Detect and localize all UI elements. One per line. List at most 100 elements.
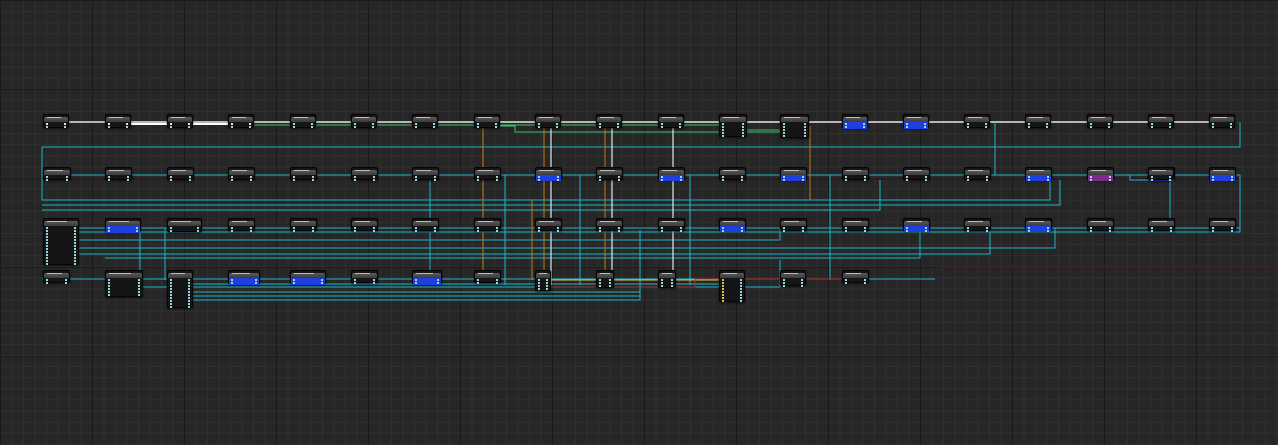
- output-pin-icon[interactable]: [742, 126, 744, 128]
- input-pin-icon[interactable]: [1151, 179, 1153, 181]
- graph-node[interactable]: [596, 167, 623, 181]
- output-pin-icon[interactable]: [437, 282, 439, 284]
- output-pin-icon[interactable]: [802, 230, 804, 232]
- input-pin-icon[interactable]: [477, 230, 479, 232]
- input-pin-icon[interactable]: [783, 179, 785, 181]
- graph-node[interactable]: [43, 270, 70, 284]
- graph-node[interactable]: [719, 167, 746, 181]
- output-pin-icon[interactable]: [65, 282, 67, 284]
- graph-node[interactable]: [105, 167, 132, 181]
- output-pin-icon[interactable]: [1108, 123, 1110, 125]
- output-pin-icon[interactable]: [250, 176, 252, 178]
- output-pin-icon[interactable]: [74, 239, 76, 241]
- output-pin-icon[interactable]: [126, 126, 128, 128]
- input-pin-icon[interactable]: [1028, 227, 1030, 229]
- input-pin-icon[interactable]: [293, 227, 295, 229]
- input-pin-icon[interactable]: [722, 297, 724, 299]
- input-pin-icon[interactable]: [170, 285, 172, 287]
- output-pin-icon[interactable]: [188, 300, 190, 302]
- input-pin-icon[interactable]: [293, 126, 295, 128]
- output-pin-icon[interactable]: [188, 306, 190, 308]
- graph-node[interactable]: [780, 114, 809, 138]
- output-pin-icon[interactable]: [680, 227, 682, 229]
- input-pin-icon[interactable]: [170, 297, 172, 299]
- input-pin-icon[interactable]: [415, 282, 417, 284]
- output-pin-icon[interactable]: [433, 126, 435, 128]
- output-pin-icon[interactable]: [250, 179, 252, 181]
- input-pin-icon[interactable]: [967, 176, 969, 178]
- output-pin-icon[interactable]: [804, 135, 806, 137]
- output-pin-icon[interactable]: [188, 303, 190, 305]
- graph-node[interactable]: [290, 114, 316, 128]
- input-pin-icon[interactable]: [722, 230, 724, 232]
- graph-node[interactable]: [351, 270, 378, 284]
- graph-node[interactable]: [105, 218, 141, 233]
- output-pin-icon[interactable]: [312, 176, 314, 178]
- input-pin-icon[interactable]: [46, 233, 48, 235]
- input-pin-icon[interactable]: [845, 176, 847, 178]
- output-pin-icon[interactable]: [557, 230, 559, 232]
- graph-node[interactable]: [412, 167, 439, 181]
- input-pin-icon[interactable]: [722, 300, 724, 302]
- input-pin-icon[interactable]: [722, 291, 724, 293]
- input-pin-icon[interactable]: [170, 291, 172, 293]
- output-pin-icon[interactable]: [1231, 227, 1233, 229]
- input-pin-icon[interactable]: [783, 123, 785, 125]
- output-pin-icon[interactable]: [802, 227, 804, 229]
- input-pin-icon[interactable]: [415, 279, 417, 281]
- output-pin-icon[interactable]: [618, 179, 620, 181]
- output-pin-icon[interactable]: [864, 279, 866, 281]
- output-pin-icon[interactable]: [671, 279, 673, 281]
- input-pin-icon[interactable]: [477, 282, 479, 284]
- output-pin-icon[interactable]: [74, 257, 76, 259]
- input-pin-icon[interactable]: [722, 176, 724, 178]
- output-pin-icon[interactable]: [740, 297, 742, 299]
- input-pin-icon[interactable]: [477, 123, 479, 125]
- graph-node[interactable]: [1087, 167, 1114, 181]
- graph-node[interactable]: [1087, 114, 1113, 128]
- input-pin-icon[interactable]: [1212, 176, 1214, 178]
- input-pin-icon[interactable]: [46, 263, 48, 265]
- graph-node[interactable]: [105, 270, 143, 297]
- output-pin-icon[interactable]: [188, 279, 190, 281]
- input-pin-icon[interactable]: [354, 282, 356, 284]
- output-pin-icon[interactable]: [495, 123, 497, 125]
- input-pin-icon[interactable]: [108, 294, 110, 296]
- input-pin-icon[interactable]: [538, 227, 540, 229]
- graph-node[interactable]: [903, 114, 929, 129]
- graph-node[interactable]: [964, 218, 991, 232]
- graph-node[interactable]: [719, 114, 747, 137]
- output-pin-icon[interactable]: [188, 291, 190, 293]
- input-pin-icon[interactable]: [1090, 179, 1092, 181]
- graph-node[interactable]: [1025, 167, 1052, 181]
- graph-node[interactable]: [412, 270, 442, 285]
- graph-node[interactable]: [474, 270, 501, 284]
- output-pin-icon[interactable]: [126, 123, 128, 125]
- output-pin-icon[interactable]: [1046, 126, 1048, 128]
- input-pin-icon[interactable]: [231, 176, 233, 178]
- output-pin-icon[interactable]: [804, 132, 806, 134]
- output-pin-icon[interactable]: [127, 179, 129, 181]
- input-pin-icon[interactable]: [783, 126, 785, 128]
- output-pin-icon[interactable]: [1109, 176, 1111, 178]
- graph-canvas[interactable]: [0, 0, 1278, 445]
- output-pin-icon[interactable]: [1109, 227, 1111, 229]
- output-pin-icon[interactable]: [373, 227, 375, 229]
- input-pin-icon[interactable]: [599, 126, 601, 128]
- graph-node[interactable]: [474, 218, 501, 232]
- output-pin-icon[interactable]: [864, 176, 866, 178]
- output-pin-icon[interactable]: [741, 179, 743, 181]
- input-pin-icon[interactable]: [1212, 227, 1214, 229]
- input-pin-icon[interactable]: [477, 279, 479, 281]
- output-pin-icon[interactable]: [802, 176, 804, 178]
- output-pin-icon[interactable]: [1109, 179, 1111, 181]
- input-pin-icon[interactable]: [538, 123, 540, 125]
- input-pin-icon[interactable]: [783, 230, 785, 232]
- output-pin-icon[interactable]: [557, 176, 559, 178]
- graph-node[interactable]: [1025, 114, 1051, 128]
- input-pin-icon[interactable]: [722, 282, 724, 284]
- output-pin-icon[interactable]: [1169, 179, 1171, 181]
- input-pin-icon[interactable]: [783, 176, 785, 178]
- graph-node[interactable]: [167, 167, 194, 181]
- output-pin-icon[interactable]: [801, 279, 803, 281]
